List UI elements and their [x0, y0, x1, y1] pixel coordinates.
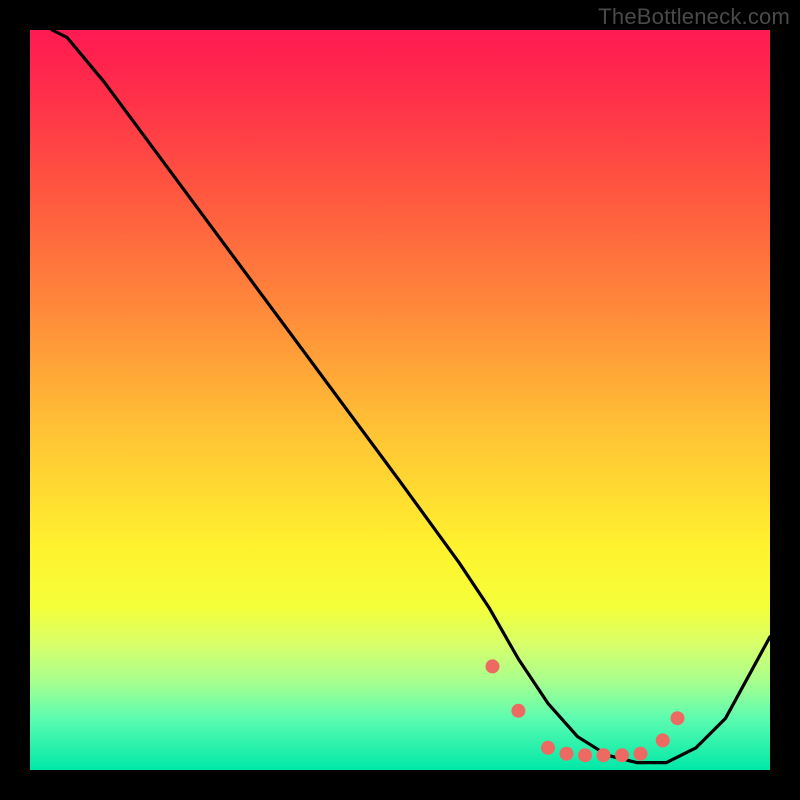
optimal-dot — [671, 711, 685, 725]
optimal-dot — [560, 747, 574, 761]
optimal-dot — [578, 748, 592, 762]
watermark-text: TheBottleneck.com — [598, 4, 790, 30]
optimal-zone-dots — [486, 659, 685, 762]
optimal-dot — [486, 659, 500, 673]
optimal-dot — [541, 741, 555, 755]
optimal-dot — [511, 704, 525, 718]
optimal-dot — [615, 748, 629, 762]
bottleneck-curve — [52, 30, 770, 763]
chart-frame: TheBottleneck.com — [0, 0, 800, 800]
optimal-dot — [656, 733, 670, 747]
optimal-dot — [597, 748, 611, 762]
optimal-dot — [634, 747, 648, 761]
plot-area — [30, 30, 770, 770]
chart-svg — [30, 30, 770, 770]
